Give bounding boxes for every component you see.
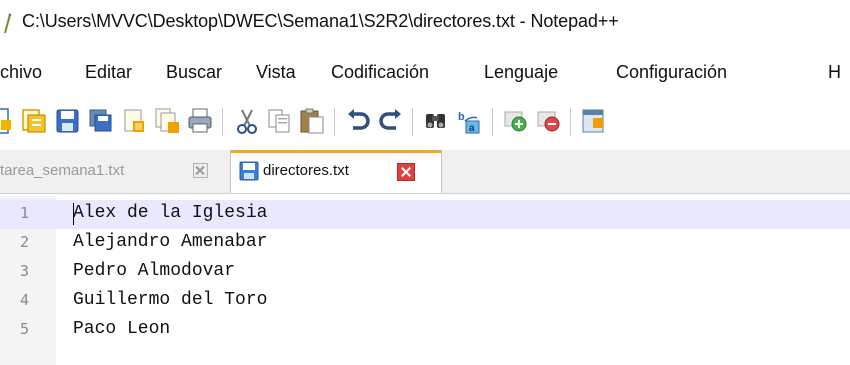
save-all-icon[interactable] [87, 106, 115, 136]
line-text[interactable]: Paco Leon [73, 319, 170, 339]
active-tab-indicator [231, 150, 441, 153]
replace-icon[interactable]: b a [455, 106, 483, 136]
toolbar-separator [222, 108, 223, 136]
toolbar-separator [492, 108, 493, 136]
undo-icon[interactable] [344, 106, 372, 136]
find-icon[interactable] [422, 106, 450, 136]
tab-label: directores.txt [263, 162, 349, 179]
tab-close-icon[interactable] [193, 163, 208, 178]
paste-icon[interactable] [298, 106, 326, 136]
print-icon[interactable] [186, 106, 214, 136]
notepad-plus-plus-window: C:\Users\MVVC\Desktop\DWEC\Semana1\S2R2\… [0, 0, 850, 365]
line-number: 4 [20, 291, 30, 309]
menu-configuracion[interactable]: Configuración [616, 62, 727, 83]
svg-text:b: b [458, 111, 465, 123]
tab-directores[interactable]: directores.txt [230, 150, 442, 193]
svg-text:a: a [469, 123, 475, 134]
copy-icon[interactable] [265, 106, 293, 136]
open-file-icon[interactable] [20, 106, 48, 136]
menu-vista[interactable]: Vista [256, 62, 296, 83]
line-number: 3 [20, 262, 30, 280]
text-caret [73, 203, 74, 225]
menu-editar[interactable]: Editar [85, 62, 132, 83]
toolbar-separator [570, 108, 571, 136]
toolbar-separator [334, 108, 335, 136]
editor-line[interactable]: 3 Pedro Almodovar [0, 258, 850, 287]
line-text[interactable]: Pedro Almodovar [73, 261, 235, 281]
zoom-out-icon[interactable] [535, 106, 563, 136]
redo-icon[interactable] [377, 106, 405, 136]
close-file-icon[interactable] [120, 106, 148, 136]
tab-label: tarea_semana1.txt [0, 162, 125, 179]
editor-line[interactable]: 5 Paco Leon [0, 316, 850, 345]
close-all-icon[interactable] [153, 106, 181, 136]
editor-line[interactable]: 1 Alex de la Iglesia [0, 200, 850, 229]
line-number: 2 [20, 233, 30, 251]
notepad-app-icon [4, 13, 12, 33]
zoom-in-icon[interactable] [502, 106, 530, 136]
line-text[interactable]: Guillermo del Toro [73, 290, 267, 310]
menu-bar: chivo Editar Buscar Vista Codificación L… [0, 62, 850, 90]
menu-help[interactable]: H [828, 62, 841, 83]
tab-bar: tarea_semana1.txt directores.txt [0, 150, 850, 194]
cut-icon[interactable] [232, 106, 260, 136]
title-bar: C:\Users\MVVC\Desktop\DWEC\Semana1\S2R2\… [0, 0, 850, 44]
menu-archivo[interactable]: chivo [0, 62, 42, 83]
editor-line[interactable]: 4 Guillermo del Toro [0, 287, 850, 316]
tab-tarea-semana1[interactable]: tarea_semana1.txt [0, 150, 226, 192]
toolbar-separator [412, 108, 413, 136]
text-editor[interactable]: 1 Alex de la Iglesia 2 Alejandro Amenaba… [0, 196, 850, 365]
menu-buscar[interactable]: Buscar [166, 62, 222, 83]
line-number: 1 [20, 204, 30, 222]
editor-line[interactable]: 2 Alejandro Amenabar [0, 229, 850, 258]
line-text[interactable]: Alex de la Iglesia [73, 203, 267, 223]
menu-lenguaje[interactable]: Lenguaje [484, 62, 558, 83]
tab-close-icon[interactable] [397, 163, 415, 181]
window-title: C:\Users\MVVC\Desktop\DWEC\Semana1\S2R2\… [22, 11, 619, 31]
menu-codificacion[interactable]: Codificación [331, 62, 429, 83]
line-text[interactable]: Alejandro Amenabar [73, 232, 267, 252]
new-file-icon[interactable] [0, 106, 14, 136]
toolbar: b a [0, 106, 850, 142]
saved-file-icon [239, 161, 259, 181]
sync-scroll-icon[interactable] [580, 106, 608, 136]
line-number: 5 [20, 320, 30, 338]
save-icon[interactable] [53, 106, 81, 136]
